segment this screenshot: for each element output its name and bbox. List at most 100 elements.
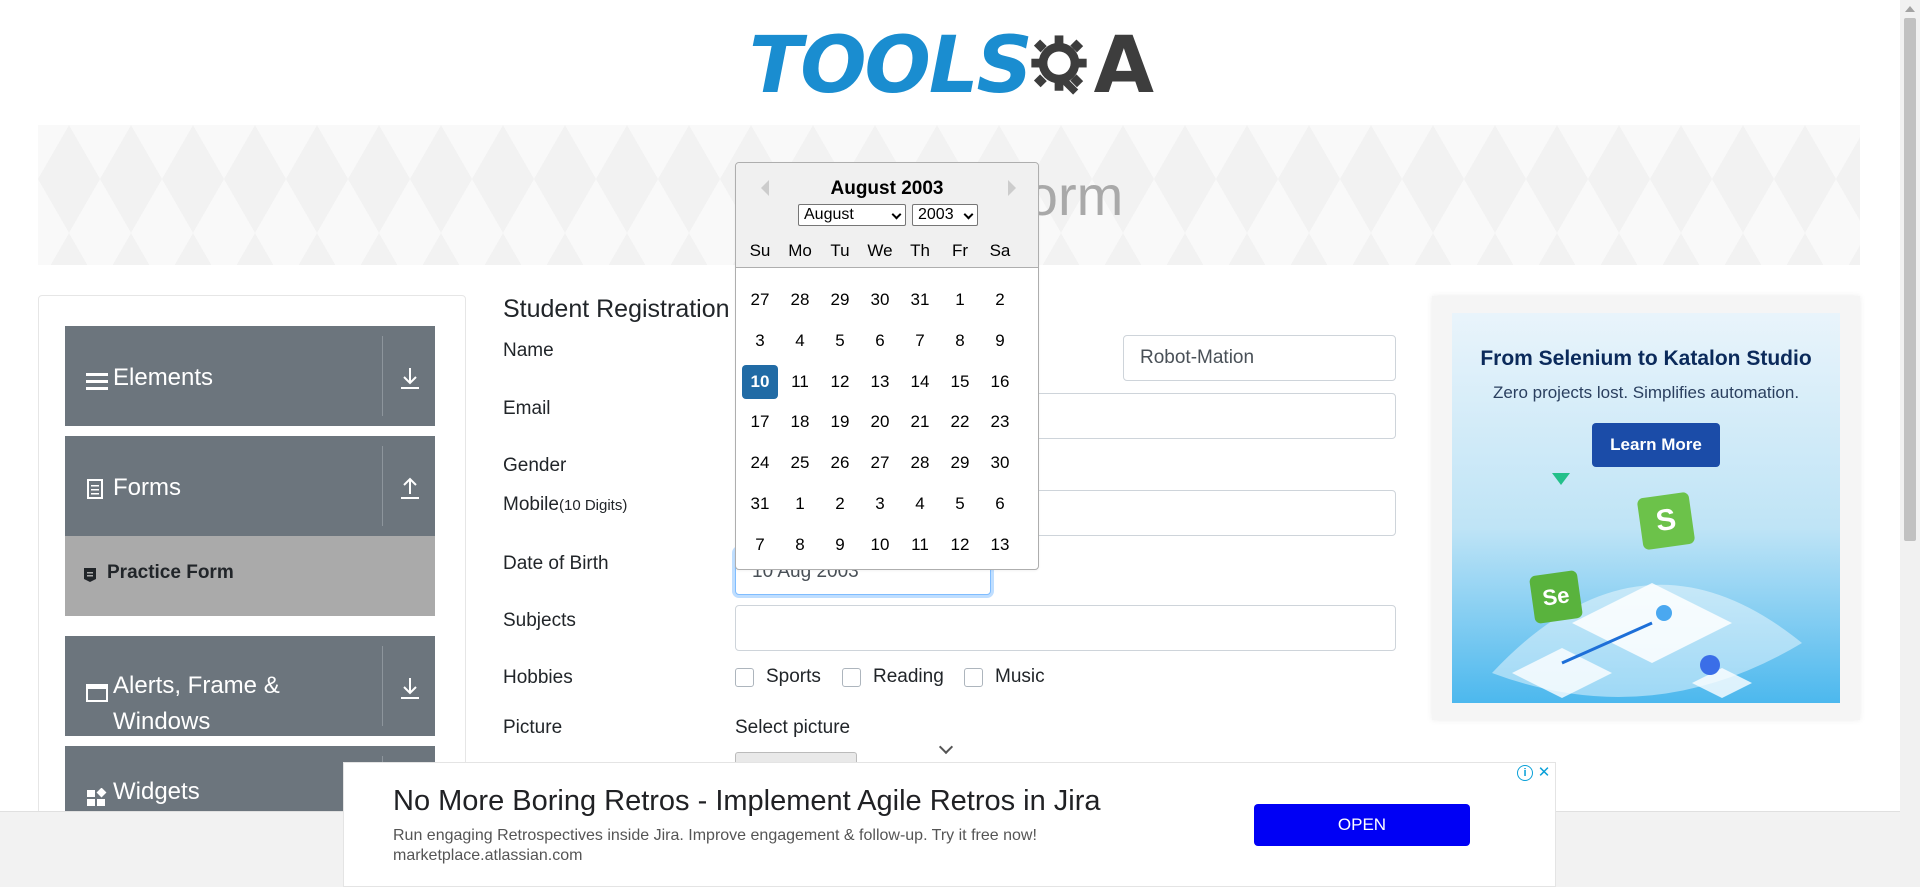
calendar-day[interactable]: 7 xyxy=(742,528,778,562)
logo-text-left: TOOLS xyxy=(749,21,1033,111)
sidebar-group-label: Alerts, Frame & Windows xyxy=(113,672,280,735)
calendar-day[interactable]: 1 xyxy=(942,283,978,317)
divider xyxy=(382,446,383,526)
calendar-day-selected[interactable]: 10 xyxy=(742,364,778,399)
select-picture-label: Select picture xyxy=(735,717,851,738)
ad-atlassian[interactable]: No More Boring Retros - Implement Agile … xyxy=(343,762,1556,887)
calendar-day[interactable]: 8 xyxy=(782,528,818,562)
calendar-day[interactable]: 27 xyxy=(862,446,898,480)
calendar-day[interactable]: 7 xyxy=(902,324,938,358)
subjects-input[interactable] xyxy=(735,605,1396,651)
sidebar-item-practice-form[interactable]: Practice Form xyxy=(65,536,435,616)
calendar-day[interactable]: 12 xyxy=(822,365,858,399)
sidebar-group-forms[interactable]: Forms xyxy=(65,436,435,536)
calendar-day[interactable]: 28 xyxy=(902,446,938,480)
calendar-day[interactable]: 12 xyxy=(942,528,978,562)
page-scrollbar[interactable] xyxy=(1900,0,1920,887)
sidebar-group-elements[interactable]: Elements xyxy=(65,326,435,426)
calendar-day[interactable]: 2 xyxy=(982,283,1018,317)
checkbox[interactable] xyxy=(842,667,861,687)
scrollbar-thumb[interactable] xyxy=(1904,18,1916,541)
label-gender: Gender xyxy=(503,455,567,476)
calendar-day[interactable]: 4 xyxy=(902,487,938,521)
sidebar-group-label: Widgets xyxy=(113,778,200,805)
calendar-day[interactable]: 9 xyxy=(982,324,1018,358)
calendar-day[interactable]: 4 xyxy=(782,324,818,358)
ad-info-icon[interactable]: i xyxy=(1517,765,1533,781)
calendar-day[interactable]: 17 xyxy=(742,405,778,439)
calendar-day[interactable]: 31 xyxy=(902,283,938,317)
chevron-down-icon xyxy=(891,209,902,220)
date-picker-popup: August 2003 August 2003 Su Mo Tu We Th Fr Sa 2… xyxy=(735,162,1039,570)
sidebar-group-alerts[interactable]: Alerts, Frame & Windows xyxy=(65,636,435,736)
chevron-down-icon[interactable] xyxy=(938,739,954,755)
calendar-day[interactable]: 13 xyxy=(982,528,1018,562)
calendar-day[interactable]: 22 xyxy=(942,405,978,439)
ad-open-button[interactable]: OPEN xyxy=(1254,804,1470,846)
day-name-header: Sa xyxy=(989,241,1011,260)
label-mobile-hint: (10 Digits) xyxy=(558,497,628,514)
calendar-day[interactable]: 13 xyxy=(862,365,898,399)
scroll-up-icon[interactable] xyxy=(1905,6,1915,12)
toolsqa-logo[interactable]: TOOLS A xyxy=(749,18,1154,114)
checkbox[interactable] xyxy=(964,667,983,687)
calendar-day[interactable]: 29 xyxy=(822,283,858,317)
ad-katalon[interactable]: From Selenium to Katalon Studio Zero pro… xyxy=(1432,296,1860,720)
last-name-input[interactable]: Robot-Mation xyxy=(1123,335,1396,381)
hobby-label: Music xyxy=(995,666,1045,687)
day-name-header: Tu xyxy=(830,241,850,260)
label-subjects: Subjects xyxy=(503,610,576,631)
calendar-day[interactable]: 2 xyxy=(822,487,858,521)
hobby-music-checkbox[interactable]: Music xyxy=(964,666,1045,688)
calendar-day[interactable]: 3 xyxy=(742,324,778,358)
calendar-day[interactable]: 16 xyxy=(982,365,1018,399)
day-name-header: Su xyxy=(749,241,771,260)
calendar-day[interactable]: 5 xyxy=(822,324,858,358)
calendar-day[interactable]: 11 xyxy=(902,528,938,562)
calendar-day[interactable]: 5 xyxy=(942,487,978,521)
label-picture: Picture xyxy=(503,717,563,738)
calendar-day[interactable]: 11 xyxy=(782,365,818,399)
chevron-down-icon xyxy=(963,209,974,220)
calendar-day[interactable]: 21 xyxy=(902,405,938,439)
calendar-day[interactable]: 31 xyxy=(742,487,778,521)
calendar-day[interactable]: 27 xyxy=(742,283,778,317)
calendar-day[interactable]: 10 xyxy=(862,528,898,562)
download-arrow-icon xyxy=(401,368,419,389)
calendar-day[interactable]: 6 xyxy=(862,324,898,358)
calendar-day[interactable]: 19 xyxy=(822,405,858,439)
learn-more-button[interactable]: Learn More xyxy=(1592,423,1720,467)
hobby-reading-checkbox[interactable]: Reading xyxy=(842,666,944,688)
calendar-day[interactable]: 26 xyxy=(822,446,858,480)
ad-close-icon[interactable]: ✕ xyxy=(1536,765,1552,781)
ad-katalon-creative[interactable]: From Selenium to Katalon Studio Zero pro… xyxy=(1452,313,1840,703)
calendar-day[interactable]: 15 xyxy=(942,365,978,399)
calendar-day[interactable]: 25 xyxy=(782,446,818,480)
calendar-day[interactable]: 24 xyxy=(742,446,778,480)
calendar-day[interactable]: 28 xyxy=(782,283,818,317)
checkbox[interactable] xyxy=(735,667,754,687)
day-name-header: We xyxy=(867,241,893,260)
calendar-day[interactable]: 18 xyxy=(782,405,818,439)
calendar-day[interactable]: 14 xyxy=(902,365,938,399)
upload-arrow-icon xyxy=(401,477,419,499)
calendar-day[interactable]: 30 xyxy=(862,283,898,317)
sidebar-item-label: Practice Form xyxy=(107,562,234,583)
next-month-icon[interactable] xyxy=(1008,180,1016,196)
calendar-day[interactable]: 30 xyxy=(982,446,1018,480)
ad-url[interactable]: marketplace.atlassian.com xyxy=(393,847,582,865)
calendar-day[interactable]: 20 xyxy=(862,405,898,439)
month-select[interactable]: August xyxy=(798,204,906,226)
calendar-day[interactable]: 8 xyxy=(942,324,978,358)
calendar-day[interactable]: 3 xyxy=(862,487,898,521)
hobby-label: Reading xyxy=(873,666,944,687)
calendar-day[interactable]: 9 xyxy=(822,528,858,562)
ad-title[interactable]: No More Boring Retros - Implement Agile … xyxy=(393,785,1101,818)
calendar-day[interactable]: 29 xyxy=(942,446,978,480)
year-select[interactable]: 2003 xyxy=(912,204,978,226)
selenium-logo: Se xyxy=(1528,569,1584,625)
calendar-day[interactable]: 23 xyxy=(982,405,1018,439)
hobby-sports-checkbox[interactable]: Sports xyxy=(735,666,821,688)
calendar-day[interactable]: 6 xyxy=(982,487,1018,521)
calendar-day[interactable]: 1 xyxy=(782,487,818,521)
